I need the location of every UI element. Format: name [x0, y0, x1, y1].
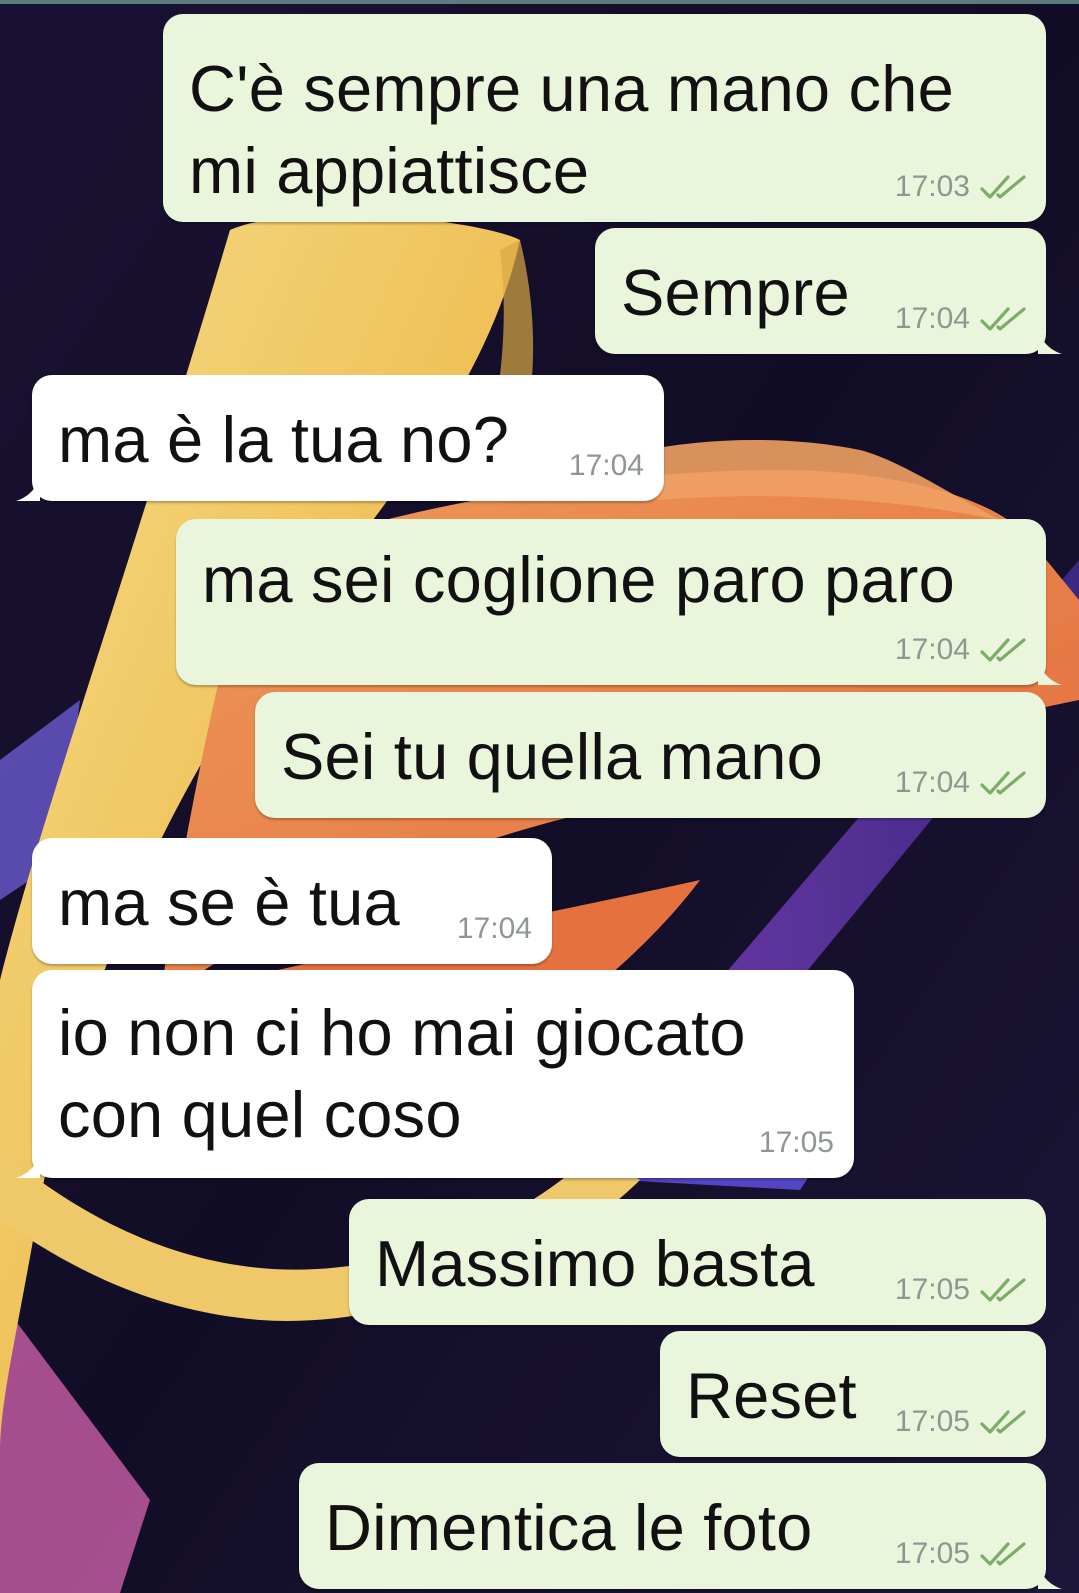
message-timestamp: 17:04	[894, 633, 970, 666]
message-text: C'è sempre una mano che mi appiattisce	[189, 52, 954, 207]
incoming-bubble-tail	[16, 477, 40, 501]
incoming-message[interactable]: io non ci ho mai giocato con quel coso 17…	[16, 970, 854, 1178]
read-double-check-icon	[980, 638, 1026, 662]
outgoing-message[interactable]: Sempre 17:04	[595, 228, 1062, 354]
message-timestamp: 17:04	[894, 302, 970, 335]
message-text: Massimo basta	[375, 1227, 815, 1300]
outgoing-message[interactable]: ma sei coglione paro paro 17:04	[176, 519, 1062, 685]
message-meta: 17:05	[759, 1126, 834, 1160]
message-text: ma è la tua no?	[58, 403, 510, 476]
message-meta: 17:04	[895, 302, 1028, 336]
message-meta: 17:04	[569, 449, 644, 483]
message-meta: 17:04	[895, 633, 1028, 667]
message-meta: 17:03	[895, 170, 1028, 204]
message-timestamp: 17:04	[568, 449, 644, 482]
message-timestamp: 17:05	[894, 1273, 970, 1306]
incoming-message[interactable]: ma è la tua no? 17:04	[16, 375, 664, 501]
message-meta: 17:05	[895, 1273, 1028, 1307]
message-timestamp: 17:05	[894, 1537, 970, 1570]
message-meta: 17:05	[895, 1405, 1028, 1439]
outgoing-bubble-tail	[1038, 1565, 1062, 1589]
incoming-message[interactable]: ma se è tua 17:04	[32, 838, 552, 964]
message-meta: 17:04	[895, 766, 1028, 800]
read-double-check-icon	[980, 307, 1026, 331]
outgoing-bubble-tail	[1038, 661, 1062, 685]
message-timestamp: 17:04	[894, 766, 970, 799]
read-double-check-icon	[980, 1542, 1026, 1566]
message-text: Dimentica le foto	[325, 1491, 813, 1564]
outgoing-message[interactable]: C'è sempre una mano che mi appiattisce 17…	[163, 14, 1046, 222]
read-double-check-icon	[980, 771, 1026, 795]
message-timestamp: 17:05	[894, 1405, 970, 1438]
message-text: ma sei coglione paro paro	[202, 543, 955, 616]
message-meta: 17:05	[895, 1537, 1028, 1571]
message-timestamp: 17:05	[758, 1126, 834, 1159]
read-double-check-icon	[980, 1410, 1026, 1434]
read-double-check-icon	[980, 175, 1026, 199]
message-timestamp: 17:04	[456, 912, 532, 945]
message-meta: 17:04	[457, 912, 532, 946]
incoming-bubble-tail	[16, 1154, 40, 1178]
outgoing-message[interactable]: Sei tu quella mano 17:04	[255, 692, 1046, 818]
message-text: Sei tu quella mano	[281, 720, 824, 793]
outgoing-message[interactable]: Reset 17:05	[660, 1331, 1046, 1457]
outgoing-message[interactable]: Dimentica le foto 17:05	[299, 1463, 1062, 1589]
read-double-check-icon	[980, 1278, 1026, 1302]
message-text: ma se è tua	[58, 866, 400, 939]
message-text: Sempre	[621, 256, 850, 329]
message-text: io non ci ho mai giocato con quel coso	[58, 996, 746, 1151]
outgoing-message[interactable]: Massimo basta 17:05	[349, 1199, 1046, 1325]
top-divider	[0, 0, 1079, 4]
message-text: Reset	[686, 1359, 857, 1432]
message-timestamp: 17:03	[894, 170, 970, 203]
outgoing-bubble-tail	[1038, 330, 1062, 354]
